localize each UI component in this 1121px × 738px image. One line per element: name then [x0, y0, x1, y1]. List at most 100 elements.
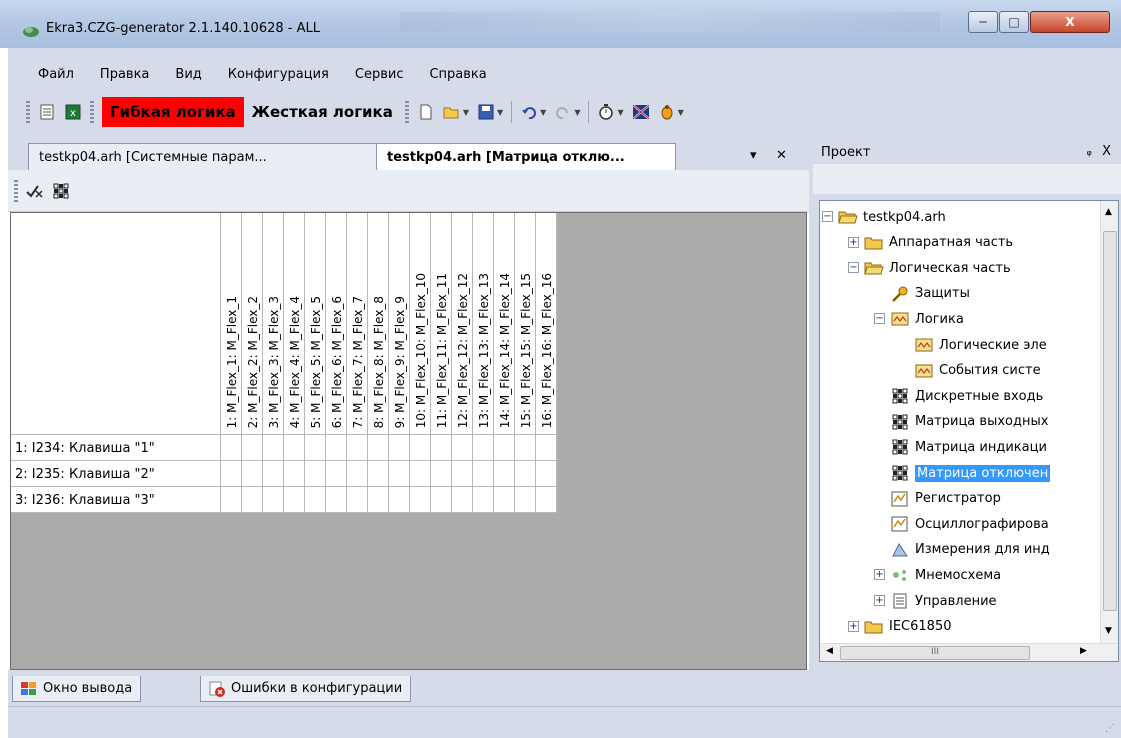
tree-item-label[interactable]: Защиты: [915, 286, 970, 301]
menu-view[interactable]: Вид: [161, 67, 213, 82]
matrix-cell[interactable]: [431, 487, 452, 513]
tree-item[interactable]: Мнемосхема: [890, 563, 1001, 587]
tree-item[interactable]: Матрица выходных: [890, 410, 1048, 434]
tree-item-label[interactable]: Логика: [915, 312, 964, 327]
matrix-cell[interactable]: [242, 435, 263, 461]
menu-service[interactable]: Сервис: [341, 67, 416, 82]
matrix-cell[interactable]: [515, 461, 536, 487]
stopwatch-icon[interactable]: [597, 103, 615, 121]
tab-configuration-errors[interactable]: Ошибки в конфигурации: [200, 676, 412, 702]
excel-icon[interactable]: x: [64, 103, 82, 121]
matrix-cell[interactable]: [221, 487, 242, 513]
matrix-cell[interactable]: [284, 435, 305, 461]
tree-item[interactable]: Управление: [890, 589, 997, 613]
matrix-cell[interactable]: [284, 461, 305, 487]
menu-file[interactable]: Файл: [8, 67, 86, 82]
matrix-icon[interactable]: [52, 182, 70, 200]
chevron-down-icon[interactable]: ▼: [678, 108, 684, 117]
matrix-cell[interactable]: [494, 435, 515, 461]
flex-logic-button[interactable]: Гибкая логика: [102, 97, 244, 127]
hard-logic-button[interactable]: Жесткая логика: [244, 97, 401, 127]
matrix-cell[interactable]: [431, 461, 452, 487]
expand-icon[interactable]: +: [874, 595, 885, 606]
new-document-icon[interactable]: [417, 103, 435, 121]
matrix-cell[interactable]: [305, 461, 326, 487]
resize-grip-icon[interactable]: ⋰: [1105, 723, 1115, 734]
menu-configuration[interactable]: Конфигурация: [214, 67, 341, 82]
tree-item-label[interactable]: Логические эле: [939, 338, 1047, 353]
pin-label[interactable]: ᵩ: [1087, 144, 1092, 159]
matrix-cell[interactable]: [389, 461, 410, 487]
flag-icon[interactable]: [632, 103, 650, 121]
matrix-cell[interactable]: [221, 435, 242, 461]
expand-icon[interactable]: +: [848, 236, 859, 248]
matrix-cell[interactable]: [368, 435, 389, 461]
tree-item-label[interactable]: Логическая часть: [889, 261, 1011, 276]
tab-list-dropdown-icon[interactable]: ▾: [750, 148, 757, 163]
matrix-cell[interactable]: [515, 435, 536, 461]
toolbar-grip[interactable]: [26, 101, 30, 123]
pin-icon[interactable]: ᵩ X: [1087, 144, 1111, 159]
matrix-cell[interactable]: [410, 461, 431, 487]
vertical-scroll-thumb[interactable]: [1103, 231, 1117, 611]
matrix-cell[interactable]: [326, 487, 347, 513]
expand-icon[interactable]: +: [874, 569, 885, 581]
matrix-cell[interactable]: [494, 461, 515, 487]
list-icon[interactable]: [38, 103, 56, 121]
matrix-cell[interactable]: [410, 435, 431, 461]
chevron-down-icon[interactable]: ▼: [540, 108, 546, 117]
tree-item[interactable]: testkp04.arh: [838, 205, 946, 229]
chevron-down-icon[interactable]: ▼: [574, 108, 580, 117]
tree-item-label[interactable]: testkp04.arh: [863, 210, 946, 225]
output-window-label[interactable]: Окно вывода: [43, 681, 132, 696]
matrix-cell[interactable]: [221, 461, 242, 487]
matrix-cell[interactable]: [263, 435, 284, 461]
matrix-cell[interactable]: [368, 487, 389, 513]
tree-item[interactable]: Логические эле: [914, 333, 1047, 357]
undo-icon[interactable]: [520, 103, 538, 121]
menu-edit[interactable]: Правка: [86, 67, 161, 82]
tree-item-label[interactable]: Аппаратная часть: [889, 235, 1013, 250]
matrix-cell[interactable]: [452, 435, 473, 461]
tree-item[interactable]: Матрица индикаци: [890, 435, 1047, 459]
tree-item-label[interactable]: Регистратор: [915, 491, 1001, 506]
redo-icon[interactable]: [554, 103, 572, 121]
scroll-left-icon[interactable]: ◀: [826, 646, 833, 656]
tab-output-window[interactable]: Окно вывода: [12, 676, 142, 702]
tree-item[interactable]: Аппаратная часть: [864, 231, 1013, 255]
scroll-down-icon[interactable]: ▼: [1105, 626, 1112, 636]
scroll-up-icon[interactable]: ▲: [1105, 207, 1112, 217]
matrix-cell[interactable]: [389, 487, 410, 513]
matrix-cell[interactable]: [305, 487, 326, 513]
tree-item-label[interactable]: Управление: [915, 594, 997, 609]
tree-item[interactable]: Матрица отключен: [890, 461, 1051, 485]
close-panel-icon[interactable]: X: [1102, 144, 1111, 159]
tree-item[interactable]: Логическая часть: [864, 256, 1011, 280]
matrix-cell[interactable]: [452, 487, 473, 513]
matrix-cell[interactable]: [326, 435, 347, 461]
matrix-cell[interactable]: [452, 461, 473, 487]
matrix-cell[interactable]: [347, 461, 368, 487]
bug-icon[interactable]: [658, 103, 676, 121]
save-icon[interactable]: [477, 103, 495, 121]
tree-item-label[interactable]: Матрица отключен: [915, 464, 1051, 482]
configuration-errors-label[interactable]: Ошибки в конфигурации: [231, 681, 402, 696]
matrix-cell[interactable]: [515, 487, 536, 513]
matrix-cell[interactable]: [389, 435, 410, 461]
matrix-cell[interactable]: [263, 487, 284, 513]
matrix-cell[interactable]: [263, 461, 284, 487]
chevron-down-icon[interactable]: ▼: [617, 108, 623, 117]
matrix-cell[interactable]: [347, 487, 368, 513]
expand-icon[interactable]: +: [848, 620, 859, 632]
matrix-cell[interactable]: [536, 435, 557, 461]
tree-item-label[interactable]: Измерения для инд: [915, 542, 1050, 557]
horizontal-scrollbar[interactable]: ◀ III ▶: [820, 643, 1118, 661]
scroll-right-icon[interactable]: ▶: [1080, 646, 1087, 656]
tree-item-label[interactable]: События систе: [939, 363, 1041, 378]
tree-item[interactable]: Измерения для инд: [890, 538, 1050, 562]
matrix-cell[interactable]: [473, 461, 494, 487]
maximize-button[interactable]: □: [999, 11, 1029, 33]
matrix-cell[interactable]: [473, 487, 494, 513]
matrix-cell[interactable]: [494, 487, 515, 513]
check-links-icon[interactable]: [26, 182, 44, 200]
